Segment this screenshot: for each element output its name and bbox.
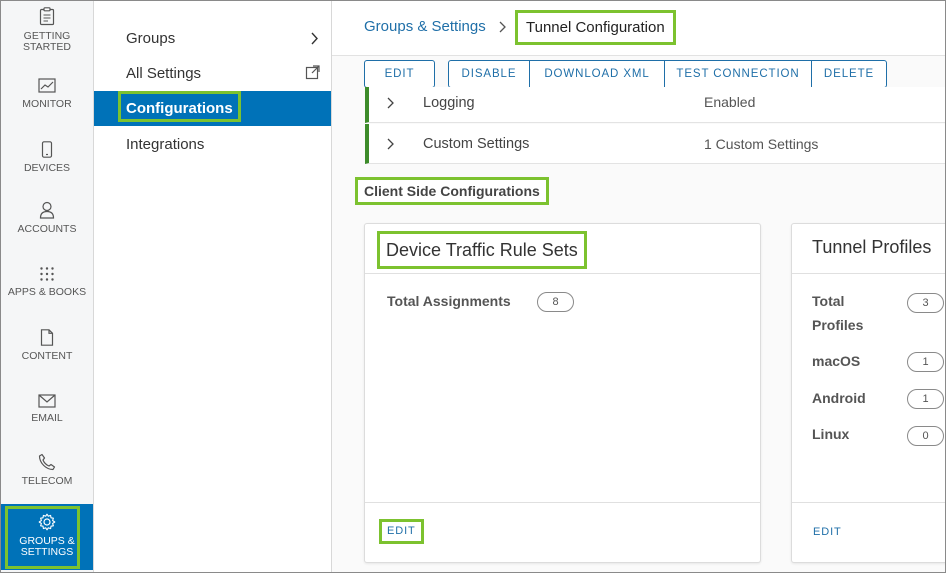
stat-label-linux: Linux bbox=[812, 426, 850, 442]
card-device-traffic-rule-sets: Device Traffic Rule Sets Total Assignmen… bbox=[364, 223, 761, 563]
rail-label-accounts: ACCOUNTS bbox=[17, 223, 77, 235]
stat-label-total-assignments: Total Assignments bbox=[387, 293, 511, 309]
subnav-label-all-settings: All Settings bbox=[126, 65, 202, 82]
row-value-custom-settings: 1 Custom Settings bbox=[704, 136, 819, 152]
count-badge-android: 1 bbox=[907, 389, 944, 409]
rail-item-accounts[interactable]: ACCOUNTS bbox=[1, 201, 93, 235]
card-title-profiles: Tunnel Profiles bbox=[812, 237, 932, 257]
count-badge-linux: 0 bbox=[907, 426, 944, 446]
card-edit-link-traffic[interactable]: EDIT bbox=[379, 519, 424, 544]
main-content: Groups & Settings Tunnel Configuration E… bbox=[332, 1, 945, 572]
breadcrumb: Groups & Settings Tunnel Configuration bbox=[332, 1, 945, 56]
chevron-right-icon bbox=[311, 32, 318, 45]
section-title-client-side: Client Side Configurations bbox=[355, 177, 549, 205]
subnav-item-all-settings[interactable]: All Settings bbox=[94, 56, 331, 91]
card-title-traffic: Device Traffic Rule Sets bbox=[377, 231, 587, 269]
rail-item-telecom[interactable]: TELECOM bbox=[1, 453, 93, 487]
delete-button[interactable]: DELETE bbox=[812, 60, 887, 88]
breadcrumb-link-groups-settings[interactable]: Groups & Settings bbox=[364, 18, 486, 35]
rail-label-devices: DEVICES bbox=[23, 162, 71, 174]
rail-label-telecom: TELECOM bbox=[21, 475, 73, 487]
rail-item-getting-started[interactable]: GETTING STARTED bbox=[1, 7, 93, 53]
handset-icon bbox=[38, 453, 56, 471]
subnav-item-groups[interactable]: Groups bbox=[94, 21, 331, 56]
phone-icon bbox=[41, 141, 53, 158]
rail-item-monitor[interactable]: MONITOR bbox=[1, 78, 93, 110]
external-link-icon bbox=[305, 65, 320, 80]
settings-row-logging[interactable]: Logging Enabled bbox=[365, 87, 945, 123]
page-title: Tunnel Configuration bbox=[515, 10, 676, 45]
disable-button[interactable]: DISABLE bbox=[448, 60, 530, 88]
rail-item-content[interactable]: CONTENT bbox=[1, 329, 93, 362]
rail-item-devices[interactable]: DEVICES bbox=[1, 141, 93, 174]
rail-label-content: CONTENT bbox=[21, 350, 73, 362]
card-header: Tunnel Profiles bbox=[792, 224, 945, 274]
rail-highlight bbox=[5, 506, 80, 569]
count-badge-total-assignments: 8 bbox=[537, 292, 574, 312]
count-badge-macos: 1 bbox=[907, 352, 944, 372]
rail-item-email[interactable]: EMAIL bbox=[1, 394, 93, 424]
clipboard-icon bbox=[39, 7, 55, 26]
subnav-label-configurations: Configurations bbox=[118, 91, 241, 122]
user-icon bbox=[39, 201, 55, 219]
count-badge-total-profiles: 3 bbox=[907, 293, 944, 313]
download-xml-button[interactable]: DOWNLOAD XML bbox=[530, 60, 665, 88]
chevron-right-icon bbox=[499, 21, 506, 33]
stat-label-total-profiles: Total Profiles bbox=[812, 293, 864, 333]
rail-label-email: EMAIL bbox=[31, 412, 63, 424]
subnav-label-integrations: Integrations bbox=[126, 136, 205, 153]
subnav-item-integrations[interactable]: Integrations bbox=[94, 127, 331, 162]
row-value-logging: Enabled bbox=[704, 94, 756, 110]
test-connection-button[interactable]: TEST CONNECTION bbox=[665, 60, 812, 88]
chevron-right-icon bbox=[387, 97, 394, 109]
chevron-right-icon bbox=[387, 138, 394, 150]
chart-icon bbox=[38, 78, 56, 93]
stat-label-android: Android bbox=[812, 390, 866, 406]
document-icon bbox=[40, 329, 54, 346]
envelope-icon bbox=[38, 394, 56, 408]
rail-item-apps-books[interactable]: APPS & BOOKS bbox=[1, 266, 93, 298]
rail-item-groups-settings[interactable]: GROUPS & SETTINGS bbox=[1, 504, 93, 570]
app-window: GETTING STARTED MONITOR DEVICES ACCOUNTS… bbox=[0, 0, 946, 573]
stat-label-macos: macOS bbox=[812, 353, 861, 369]
grid-icon bbox=[40, 267, 54, 281]
card-footer: EDIT bbox=[365, 502, 760, 562]
edit-button[interactable]: EDIT bbox=[364, 60, 435, 88]
settings-subnav: Groups All Settings Configurations Integ… bbox=[94, 1, 332, 572]
card-header: Device Traffic Rule Sets bbox=[365, 224, 760, 274]
card-footer: EDIT bbox=[792, 502, 945, 562]
card-tunnel-profiles: Tunnel Profiles Total Profiles 3 macOS 1… bbox=[791, 223, 945, 563]
subnav-item-configurations[interactable]: Configurations bbox=[94, 91, 331, 126]
rail-label-apps-books: APPS & BOOKS bbox=[7, 286, 87, 298]
rail-label-monitor: MONITOR bbox=[22, 98, 72, 110]
row-name-logging: Logging bbox=[423, 95, 475, 111]
subnav-label-groups: Groups bbox=[126, 30, 176, 47]
card-edit-link-profiles[interactable]: EDIT bbox=[813, 526, 842, 538]
primary-nav-rail: GETTING STARTED MONITOR DEVICES ACCOUNTS… bbox=[1, 1, 94, 572]
rail-label-getting-started: GETTING STARTED bbox=[22, 30, 72, 53]
settings-row-custom-settings[interactable]: Custom Settings 1 Custom Settings bbox=[365, 124, 945, 164]
row-name-custom-settings: Custom Settings bbox=[423, 136, 530, 152]
